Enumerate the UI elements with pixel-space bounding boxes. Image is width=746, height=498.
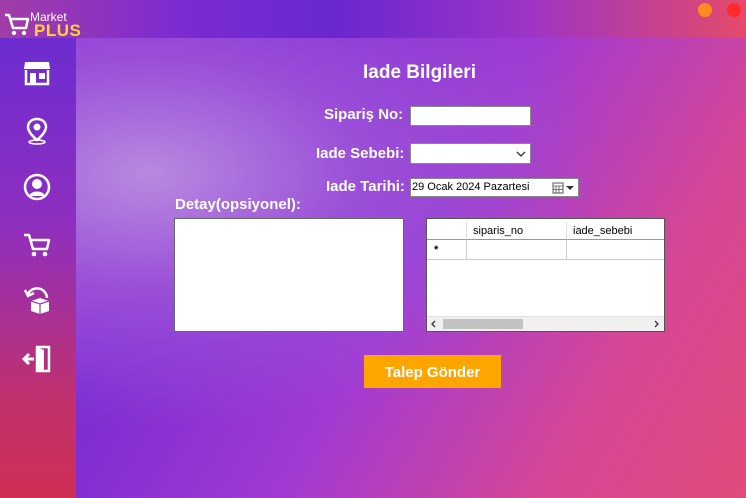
chevron-down-icon [516, 151, 526, 157]
title-bar [0, 0, 746, 38]
return-date-picker[interactable]: 29 Ocak 2024 Pazartesi [410, 178, 579, 197]
sidebar-item-profile[interactable] [22, 172, 52, 202]
sidebar-item-returns[interactable] [22, 286, 52, 316]
grid-new-row-cell-iade-sebebi[interactable] [567, 240, 664, 260]
logo-cart-icon [5, 13, 30, 36]
grid-new-row-marker: * [427, 240, 467, 260]
order-no-input[interactable] [410, 106, 531, 126]
grid-column-header-siparis-no[interactable]: siparis_no [467, 222, 567, 240]
calendar-dropdown-icon[interactable] [552, 182, 574, 194]
grid-corner-header [427, 222, 467, 240]
user-icon [23, 173, 51, 201]
sidebar [0, 38, 76, 498]
close-button[interactable] [727, 3, 741, 17]
grid-column-header-iade-sebebi[interactable]: iade_sebebi [567, 222, 664, 240]
sidebar-item-logout[interactable] [21, 344, 52, 374]
details-label: Detay(opsiyonel): [175, 196, 301, 213]
sidebar-item-store[interactable] [22, 58, 52, 88]
scroll-right-arrow-icon[interactable] [652, 320, 660, 328]
sidebar-item-location[interactable] [22, 116, 52, 146]
scrollbar-thumb[interactable] [443, 319, 523, 329]
cart-icon [24, 233, 51, 257]
minimize-button[interactable] [698, 3, 712, 17]
sidebar-item-cart[interactable] [22, 230, 52, 260]
details-textarea[interactable] [174, 218, 404, 332]
page-title: Iade Bilgileri [363, 62, 476, 83]
app-window: Market PLUS Iade Bilgileri Sipariş No: I… [0, 0, 746, 498]
logout-icon [21, 345, 51, 373]
return-reason-label: Iade Sebebi: [316, 145, 405, 162]
return-reason-select[interactable] [410, 143, 531, 164]
return-date-value: 29 Ocak 2024 Pazartesi [412, 181, 530, 193]
scroll-left-arrow-icon[interactable] [430, 320, 438, 328]
order-no-label: Sipariş No: [324, 106, 404, 123]
return-box-icon [23, 287, 50, 314]
location-pin-icon [26, 117, 48, 145]
brand-logo: Market PLUS [4, 10, 81, 40]
returns-data-grid[interactable]: siparis_no iade_sebebi * [426, 218, 665, 332]
grid-new-row-cell-siparis-no[interactable] [467, 240, 567, 260]
submit-request-button[interactable]: Talep Gönder [364, 355, 501, 388]
grid-horizontal-scrollbar[interactable] [427, 316, 664, 331]
return-date-label: Iade Tarihi: [326, 178, 405, 195]
store-icon [24, 62, 50, 86]
